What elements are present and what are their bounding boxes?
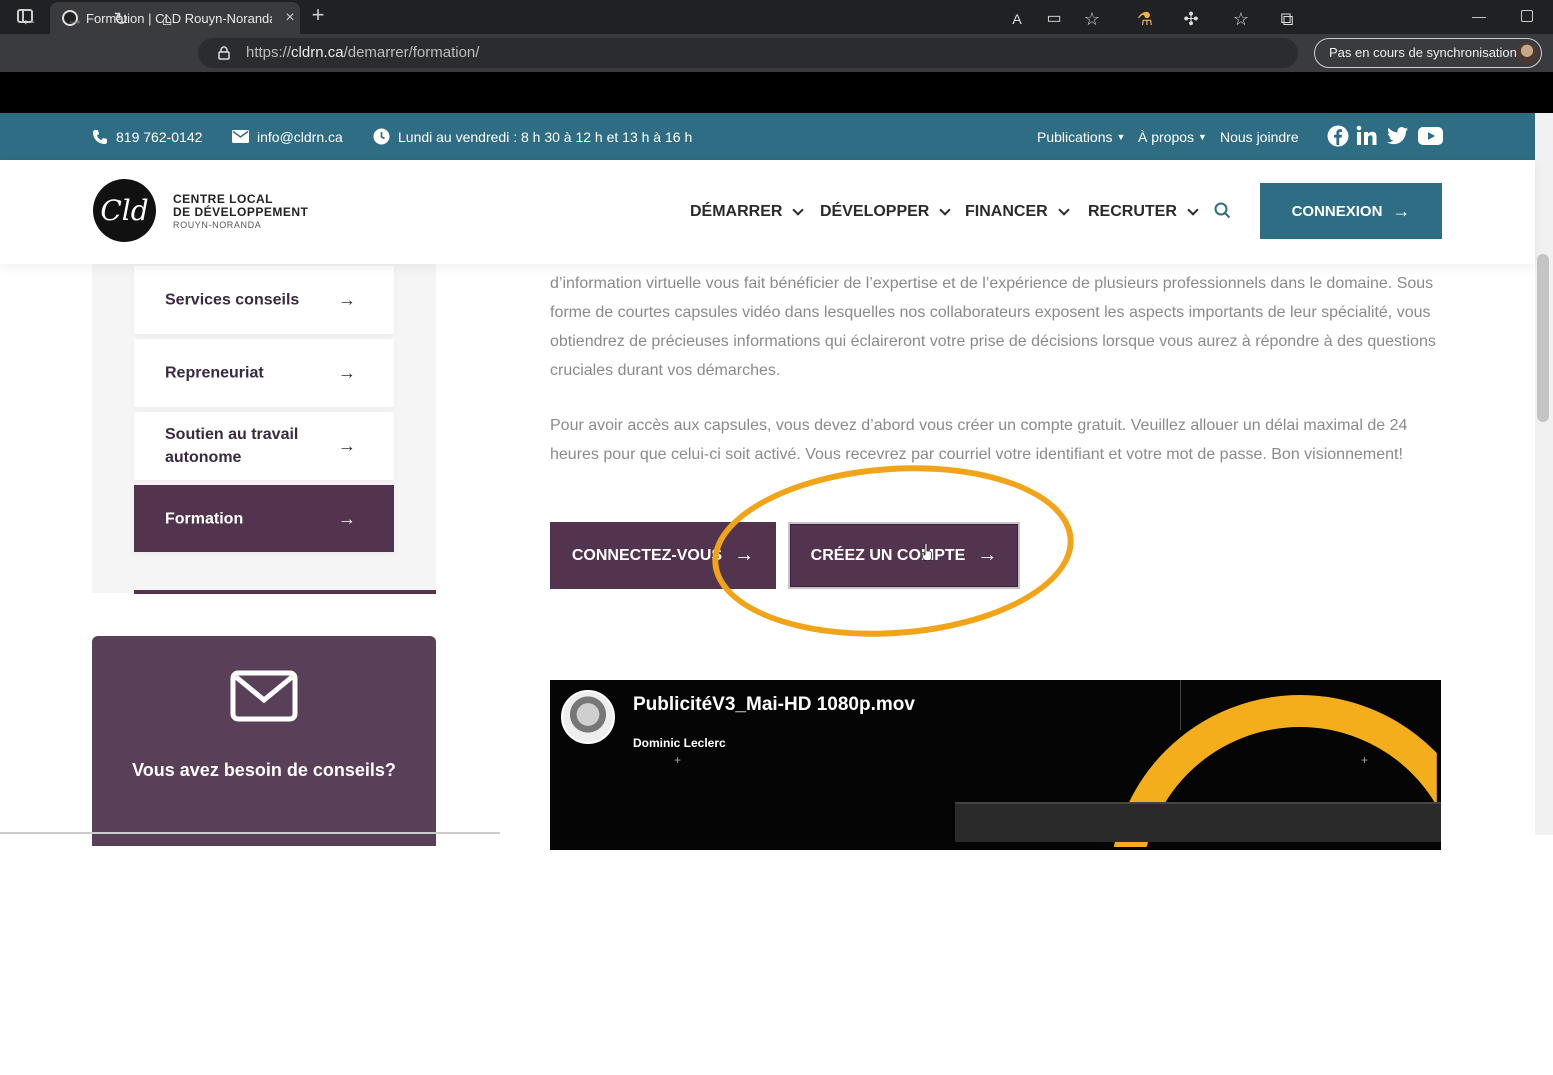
arrow-right-icon: → xyxy=(338,435,356,456)
email-address: info@cldrn.ca xyxy=(257,128,343,145)
hours-text: Lundi au vendredi : 8 h 30 à 12 h et 13 … xyxy=(398,128,693,145)
phone-icon xyxy=(93,129,107,144)
arrow-right-icon: → xyxy=(1392,200,1411,221)
twitter-icon[interactable] xyxy=(1387,125,1409,147)
clock-icon xyxy=(373,128,390,145)
sync-profile-button[interactable]: Pas en cours de synchronisation xyxy=(1314,38,1542,68)
nav-demarrer[interactable]: DÉMARRER xyxy=(690,160,805,264)
minimize-icon[interactable]: — xyxy=(1472,8,1488,24)
topbar-link-label: À propos xyxy=(1138,128,1195,145)
advice-card xyxy=(92,636,436,846)
extensions-icon[interactable]: ✣ xyxy=(1180,8,1202,30)
nav-label: DÉMARRER xyxy=(690,203,783,220)
advice-title: Vous avez besoin de conseils? xyxy=(132,760,396,780)
restore-icon[interactable] xyxy=(1521,10,1533,22)
envelope-icon xyxy=(232,130,249,143)
nav-label: FINANCER xyxy=(965,203,1048,220)
topbar-link-label: Publications xyxy=(1037,128,1113,145)
nav-label: DÉVELOPPER xyxy=(820,203,930,220)
nav-financer[interactable]: FINANCER xyxy=(965,160,1070,264)
video-title[interactable]: PublicitéV3_Mai-HD 1080p.mov xyxy=(633,694,915,716)
sidebar-item-repreneuriat[interactable]: Repreneuriat → xyxy=(134,339,394,407)
logo-line-3: ROUYN-NORANDA xyxy=(173,220,262,230)
highlight-ellipse xyxy=(706,453,1080,649)
phone-number: 819 762-0142 xyxy=(116,128,203,145)
sidebar-underline xyxy=(134,590,436,594)
read-aloud-icon[interactable]: A xyxy=(1006,8,1028,30)
sidebar-item-label: Services conseils xyxy=(165,291,300,309)
scrollbar-thumb[interactable] xyxy=(1537,254,1549,422)
video-author[interactable]: Dominic Leclerc xyxy=(633,736,726,750)
arrow-right-icon: → xyxy=(338,289,356,310)
intro-paragraph: d’information virtuelle vous fait bénéfi… xyxy=(550,275,1436,379)
chevron-down-icon xyxy=(792,204,805,216)
logo-line-2: DE DÉVELOPPEMENT xyxy=(173,205,309,219)
video-frame-panel xyxy=(955,802,1441,842)
caret-down-icon: ▼ xyxy=(1116,131,1126,142)
reload-icon[interactable]: ↻ xyxy=(110,8,132,30)
nav-recruter[interactable]: RECRUTER xyxy=(1088,160,1199,264)
sidebar-item-soutien-travail-autonome[interactable]: Soutien au travail autonome → xyxy=(134,412,394,480)
youtube-icon[interactable] xyxy=(1418,125,1443,147)
sidebar-item-label: Soutien au travail autonome xyxy=(165,426,299,466)
add-favorite-icon[interactable]: ☆ xyxy=(1081,8,1103,30)
sparkle-icon: + xyxy=(674,753,682,767)
url-text[interactable]: https://cldrn.ca/demarrer/formation/ xyxy=(246,44,479,61)
nav-developper[interactable]: DÉVELOPPER xyxy=(820,160,952,264)
connect-label: CONNECTEZ-VOUS xyxy=(571,546,723,564)
video-author-avatar[interactable] xyxy=(561,690,615,744)
logo-mark: Cld xyxy=(100,194,149,227)
envelope-icon xyxy=(230,670,298,722)
sync-label: Pas en cours de synchronisation xyxy=(1329,45,1517,60)
site-topbar: 819 762-0142 info@cldrn.ca Lundi au vend… xyxy=(0,113,1535,160)
profile-avatar xyxy=(1516,42,1538,64)
chevron-down-icon xyxy=(939,204,952,216)
labs-flask-icon[interactable]: ⚗ xyxy=(1134,8,1156,30)
sidebar-item-formation[interactable]: Formation → xyxy=(134,485,394,552)
forward-icon[interactable]: → xyxy=(64,8,86,30)
lock-icon xyxy=(218,46,230,60)
connexion-label: CONNEXION xyxy=(1291,202,1383,220)
page-scrollbar[interactable] xyxy=(1535,113,1553,835)
sparkle-icon: + xyxy=(1361,753,1369,767)
bottom-divider xyxy=(0,832,500,834)
connexion-button[interactable]: CONNEXION → xyxy=(1260,183,1442,239)
linkedin-icon[interactable] xyxy=(1356,125,1378,147)
facebook-icon[interactable] xyxy=(1327,125,1349,147)
collections-icon[interactable]: ⧉ xyxy=(1276,8,1298,30)
caret-down-icon: ▼ xyxy=(1198,131,1207,142)
chevron-down-icon xyxy=(1058,204,1070,216)
office-hours: Lundi au vendredi : 8 h 30 à 12 h et 13 … xyxy=(373,113,692,160)
logo-line-1: CENTRE LOCAL xyxy=(173,192,273,206)
sidebar-item-services-conseils[interactable]: Services conseils → xyxy=(134,266,394,334)
black-band xyxy=(0,72,1553,113)
email-contact[interactable]: info@cldrn.ca xyxy=(232,113,343,160)
close-tab-icon[interactable]: × xyxy=(280,9,300,27)
home-icon[interactable]: ⌂ xyxy=(156,8,178,30)
video-decor-line xyxy=(1180,680,1181,730)
phone-contact[interactable]: 819 762-0142 xyxy=(92,113,202,160)
access-paragraph: Pour avoir accès aux capsules, vous deve… xyxy=(550,417,1408,463)
topbar-link-label: Nous joindre xyxy=(1220,128,1299,145)
url-host: cldrn.ca xyxy=(291,44,344,61)
immersive-reader-icon[interactable]: ▭ xyxy=(1043,8,1065,30)
url-prefix: https:// xyxy=(246,44,292,61)
search-icon[interactable] xyxy=(1214,202,1231,219)
sidebar-item-label: Formation xyxy=(165,510,244,527)
topbar-link-nous-joindre[interactable]: Nous joindre xyxy=(1220,113,1299,160)
cld-logo[interactable]: Cld xyxy=(93,179,156,242)
sidebar-item-label: Repreneuriat xyxy=(165,364,264,382)
chevron-down-icon xyxy=(1187,204,1199,216)
url-path: /demarrer/formation/ xyxy=(343,44,480,61)
topbar-link-publications[interactable]: Publications ▼ xyxy=(1037,113,1125,160)
arrow-right-icon: → xyxy=(338,362,356,383)
video-yellow-arc xyxy=(1110,695,1437,847)
back-icon[interactable]: ← xyxy=(18,8,40,30)
favorites-icon[interactable]: ☆ xyxy=(1230,8,1252,30)
nav-label: RECRUTER xyxy=(1088,203,1177,220)
topbar-link-a-propos[interactable]: À propos ▼ xyxy=(1138,113,1207,160)
hand-cursor-icon xyxy=(922,543,932,561)
arrow-right-icon: → xyxy=(338,508,356,528)
new-tab-icon[interactable]: + xyxy=(306,4,330,28)
